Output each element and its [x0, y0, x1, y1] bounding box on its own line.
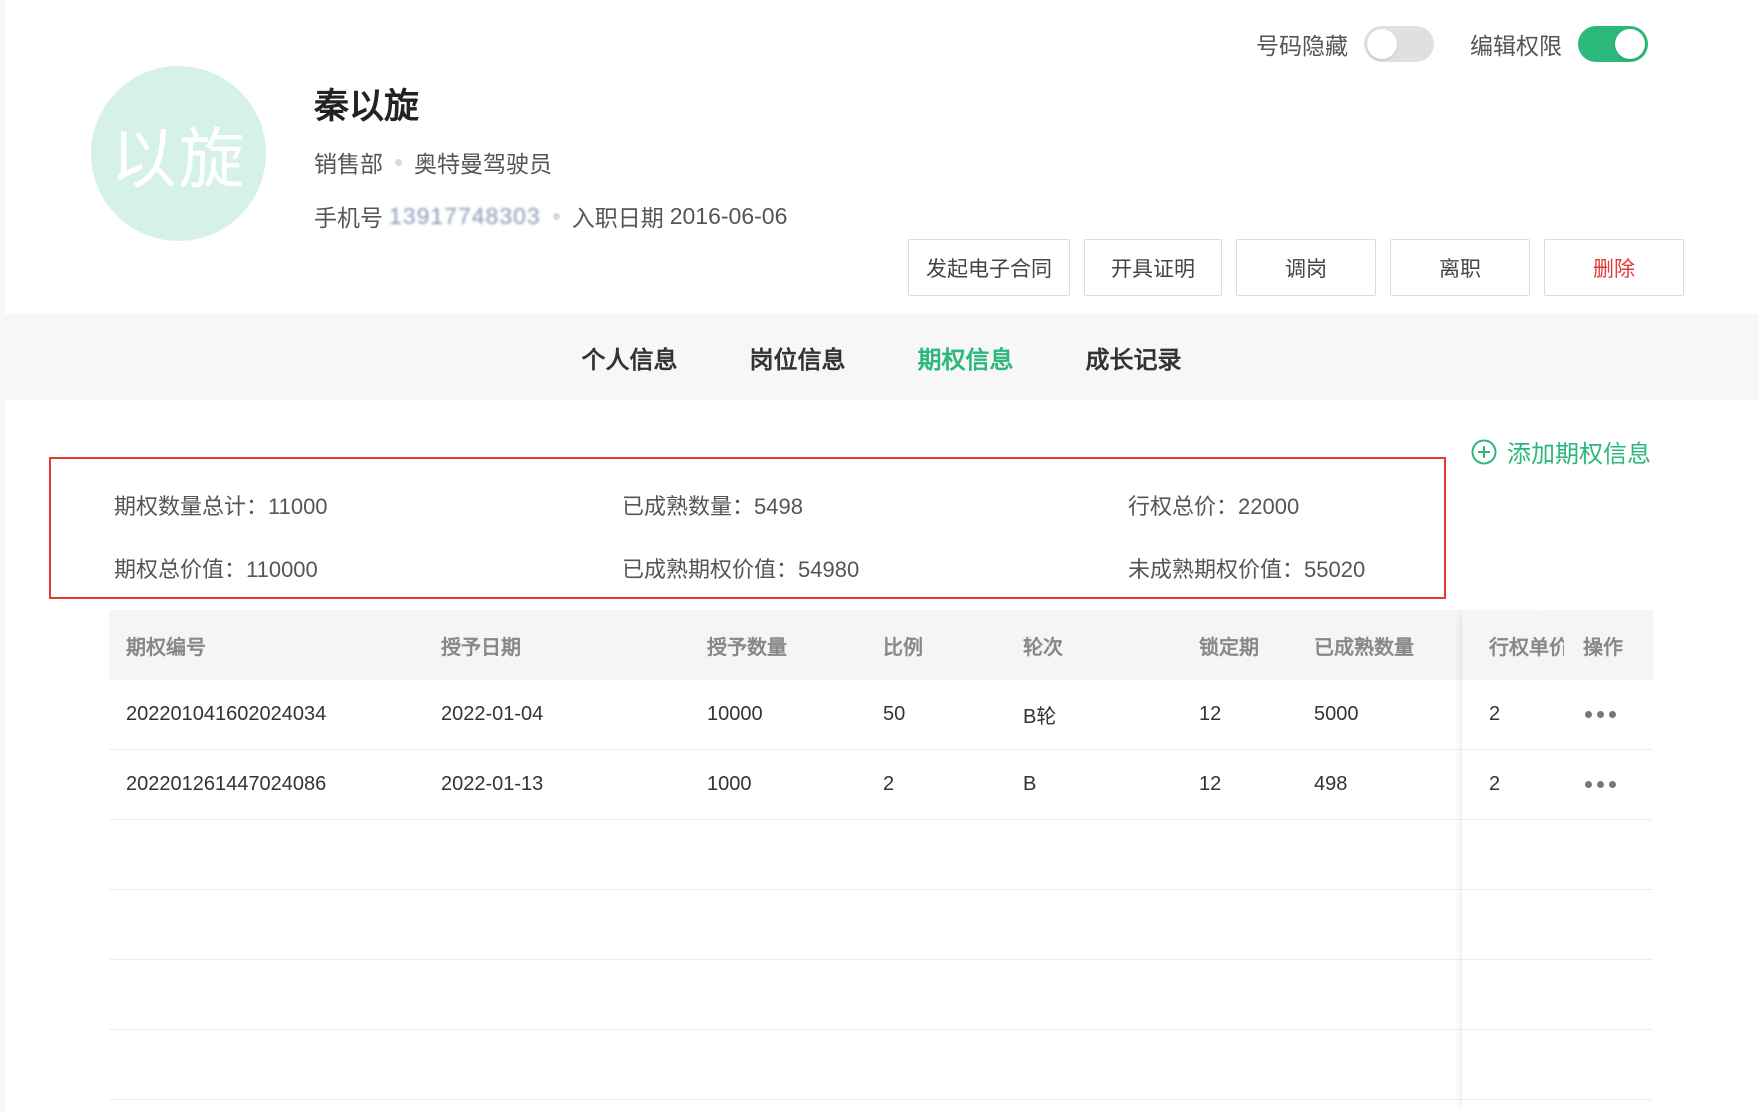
summary-vested-qty: 已成熟数量：5498 — [622, 494, 803, 519]
edit-permission-toggle-group: 编辑权限 — [1470, 26, 1648, 62]
col-vested-qty: 已成熟数量 — [1314, 636, 1414, 659]
cell-lock-period: 12 — [1199, 703, 1222, 725]
cell-round: B轮 — [1023, 706, 1057, 728]
add-option-label: 添加期权信息 — [1507, 441, 1651, 468]
empty-row — [109, 820, 1653, 890]
certificate-button[interactable]: 开具证明 — [1084, 239, 1222, 296]
profile-header: 以旋 秦以旋 销售部 奥特曼驾驶员 手机号 13917748303 入职日期 2… — [5, 0, 1758, 314]
cell-grant-date: 2022-01-13 — [441, 773, 544, 795]
col-grant-date: 授予日期 — [441, 636, 521, 659]
cell-ratio: 2 — [883, 773, 895, 795]
employee-name: 秦以旋 — [314, 87, 420, 126]
cell-option-no: 202201041602024034 — [126, 703, 327, 725]
cell-grant-qty: 10000 — [707, 703, 763, 725]
summary-exercise-total: 行权总价：22000 — [1128, 494, 1300, 519]
separator-dot — [552, 212, 560, 220]
cell-option-no: 202201261447024086 — [126, 773, 327, 795]
employee-detail-page: 以旋 秦以旋 销售部 奥特曼驾驶员 手机号 13917748303 入职日期 2… — [5, 0, 1758, 1113]
avatar-text: 以旋 — [110, 121, 247, 196]
table-row: 202201041602024034 2022-01-04 10000 50 B… — [109, 680, 1653, 750]
contract-button[interactable]: 发起电子合同 — [908, 239, 1070, 296]
col-lock-period: 锁定期 — [1199, 636, 1259, 659]
resign-button[interactable]: 离职 — [1390, 239, 1530, 296]
hide-number-switch[interactable] — [1364, 26, 1434, 62]
col-ratio: 比例 — [883, 636, 923, 659]
option-summary: 期权数量总计：11000 已成熟数量：5498 行权总价：22000 期权总价值… — [49, 457, 1446, 599]
option-table: 期权编号 授予日期 授予数量 比例 轮次 锁定期 已成熟数量 行权单价 操作 2… — [109, 610, 1653, 1100]
col-option-no: 期权编号 — [126, 636, 206, 659]
cell-vested-qty: 498 — [1314, 773, 1348, 795]
tab-personal-info[interactable]: 个人信息 — [582, 340, 678, 375]
edit-permission-switch[interactable] — [1578, 26, 1648, 62]
hide-number-toggle-group: 号码隐藏 — [1256, 26, 1434, 62]
transfer-button[interactable]: 调岗 — [1236, 239, 1376, 296]
switch-knob — [1615, 29, 1645, 59]
position: 奥特曼驾驶员 — [414, 151, 552, 177]
add-option-button[interactable]: 添加期权信息 — [1471, 434, 1651, 469]
toggle-bar: 号码隐藏 编辑权限 — [1220, 26, 1648, 62]
department: 销售部 — [314, 151, 383, 177]
tab-job-info[interactable]: 岗位信息 — [750, 340, 846, 375]
col-exercise-price: 行权单价 — [1489, 636, 1564, 659]
phone-label: 手机号 — [314, 205, 383, 231]
cell-vested-qty: 5000 — [1314, 703, 1359, 725]
tab-growth-record[interactable]: 成长记录 — [1086, 340, 1182, 375]
phone-line: 手机号 13917748303 入职日期 2016-06-06 — [314, 199, 787, 233]
hire-label: 入职日期 — [571, 205, 664, 231]
cell-exercise-price: 2 — [1489, 703, 1501, 725]
cell-round: B — [1023, 773, 1037, 795]
col-round: 轮次 — [1023, 636, 1063, 659]
cell-exercise-price: 2 — [1489, 773, 1501, 795]
summary-unvested-value: 未成熟期权价值：55020 — [1128, 557, 1366, 582]
tab-bar: 个人信息 岗位信息 期权信息 成长记录 — [5, 314, 1758, 400]
hide-number-label: 号码隐藏 — [1256, 33, 1348, 59]
empty-row — [109, 960, 1653, 1030]
cell-lock-period: 12 — [1199, 773, 1222, 795]
summary-total-value: 期权总价值：110000 — [114, 557, 318, 582]
more-icon[interactable] — [1585, 781, 1621, 788]
edit-permission-label: 编辑权限 — [1470, 33, 1562, 59]
more-icon[interactable] — [1585, 711, 1621, 718]
summary-total-qty: 期权数量总计：11000 — [114, 494, 328, 519]
col-actions: 操作 — [1583, 636, 1623, 659]
plus-circle-icon — [1471, 439, 1497, 464]
cell-ratio: 50 — [883, 703, 906, 725]
phone-value: 13917748303 — [389, 202, 541, 229]
switch-knob — [1367, 29, 1397, 59]
empty-row — [109, 1030, 1653, 1100]
hire-date: 2016-06-06 — [669, 202, 788, 229]
action-buttons: 发起电子合同 开具证明 调岗 离职 删除 — [894, 239, 1684, 296]
empty-row — [109, 890, 1653, 960]
separator-dot — [395, 158, 402, 166]
department-line: 销售部 奥特曼驾驶员 — [314, 145, 552, 179]
delete-button[interactable]: 删除 — [1544, 239, 1684, 296]
cell-grant-date: 2022-01-04 — [441, 703, 544, 725]
table-row: 202201261447024086 2022-01-13 1000 2 B 1… — [109, 750, 1653, 820]
tab-option-info[interactable]: 期权信息 — [918, 340, 1014, 375]
table-header: 期权编号 授予日期 授予数量 比例 轮次 锁定期 已成熟数量 行权单价 操作 — [109, 610, 1653, 680]
summary-vested-value: 已成熟期权价值：54980 — [622, 557, 860, 582]
cell-grant-qty: 1000 — [707, 773, 752, 795]
avatar: 以旋 — [91, 66, 266, 241]
col-grant-qty: 授予数量 — [707, 636, 787, 659]
